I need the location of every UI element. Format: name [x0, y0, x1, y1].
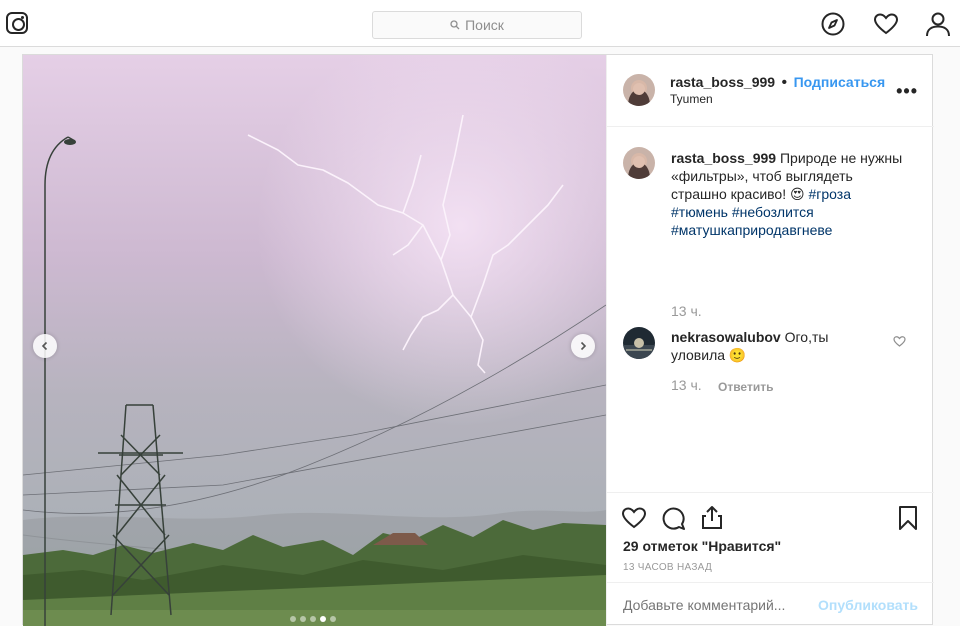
comment-like-icon[interactable] — [893, 335, 906, 348]
chevron-right-icon — [580, 341, 587, 351]
carousel-dot — [330, 616, 336, 622]
search-input[interactable]: Поиск — [372, 11, 582, 39]
commenter-avatar[interactable] — [623, 327, 655, 359]
profile-icon[interactable] — [925, 11, 951, 37]
comments-section: rasta_boss_999 Природе не нужны «фильтры… — [607, 127, 934, 492]
post-actions: 29 отметок "Нравится" 13 ЧАСОВ НАЗАД — [607, 492, 934, 582]
search-icon — [450, 20, 460, 30]
caption-timestamp[interactable]: 13 ч. — [671, 303, 702, 319]
hashtag-link[interactable]: #матушкаприродавгневе — [671, 222, 832, 238]
comment-bubble-icon[interactable] — [660, 505, 686, 531]
publish-button[interactable]: Опубликовать — [818, 597, 918, 613]
follow-button[interactable]: Подписаться — [794, 74, 886, 90]
like-heart-icon[interactable] — [621, 505, 647, 531]
comment-text: nekrasowalubov Ого,ты уловила 🙂 — [671, 328, 881, 364]
heart-icon[interactable] — [873, 11, 899, 37]
caption-author-link[interactable]: rasta_boss_999 — [671, 150, 776, 166]
post-card: rasta_boss_999 • Подписаться Tyumen ••• … — [22, 54, 934, 626]
post-timestamp[interactable]: 13 ЧАСОВ НАЗАД — [623, 562, 712, 573]
bookmark-icon[interactable] — [896, 505, 920, 531]
separator-dot: • — [781, 74, 788, 91]
reply-button[interactable]: Ответить — [718, 380, 773, 394]
compass-icon[interactable] — [820, 11, 846, 37]
caption-author-avatar[interactable] — [623, 147, 655, 179]
carousel-dot-active — [320, 616, 326, 622]
chevron-left-icon — [41, 341, 48, 351]
instagram-logo-icon[interactable] — [6, 12, 28, 34]
carousel-dot — [300, 616, 306, 622]
author-avatar[interactable] — [623, 74, 655, 106]
hashtag-link[interactable]: #небозлится — [732, 204, 814, 220]
add-comment-bar: Опубликовать — [607, 582, 934, 626]
carousel-dot — [290, 616, 296, 622]
carousel-indicator — [290, 616, 336, 622]
search-placeholder: Поиск — [465, 17, 504, 33]
caption-text: rasta_boss_999 Природе не нужны «фильтры… — [671, 149, 911, 239]
more-options-icon[interactable]: ••• — [896, 81, 918, 102]
post-header: rasta_boss_999 • Подписаться Tyumen ••• — [607, 55, 934, 127]
carousel-prev-button[interactable] — [33, 334, 57, 358]
post-sidebar: rasta_boss_999 • Подписаться Tyumen ••• … — [606, 55, 934, 626]
hashtag-link[interactable]: #тюмень — [671, 204, 728, 220]
commenter-link[interactable]: nekrasowalubov — [671, 329, 781, 345]
post-photo — [23, 55, 606, 626]
lightning-sky-image — [23, 55, 606, 626]
share-icon[interactable] — [699, 504, 725, 530]
add-comment-input[interactable] — [623, 597, 813, 613]
comment-timestamp[interactable]: 13 ч. — [671, 377, 702, 393]
likes-count[interactable]: 29 отметок "Нравится" — [623, 538, 781, 554]
post-author-link[interactable]: rasta_boss_999 — [670, 74, 775, 90]
hashtag-link[interactable]: #гроза — [808, 186, 851, 202]
top-navigation-bar: Поиск — [0, 0, 960, 47]
carousel-next-button[interactable] — [571, 334, 595, 358]
carousel-dot — [310, 616, 316, 622]
location-link[interactable]: Tyumen — [670, 92, 713, 106]
